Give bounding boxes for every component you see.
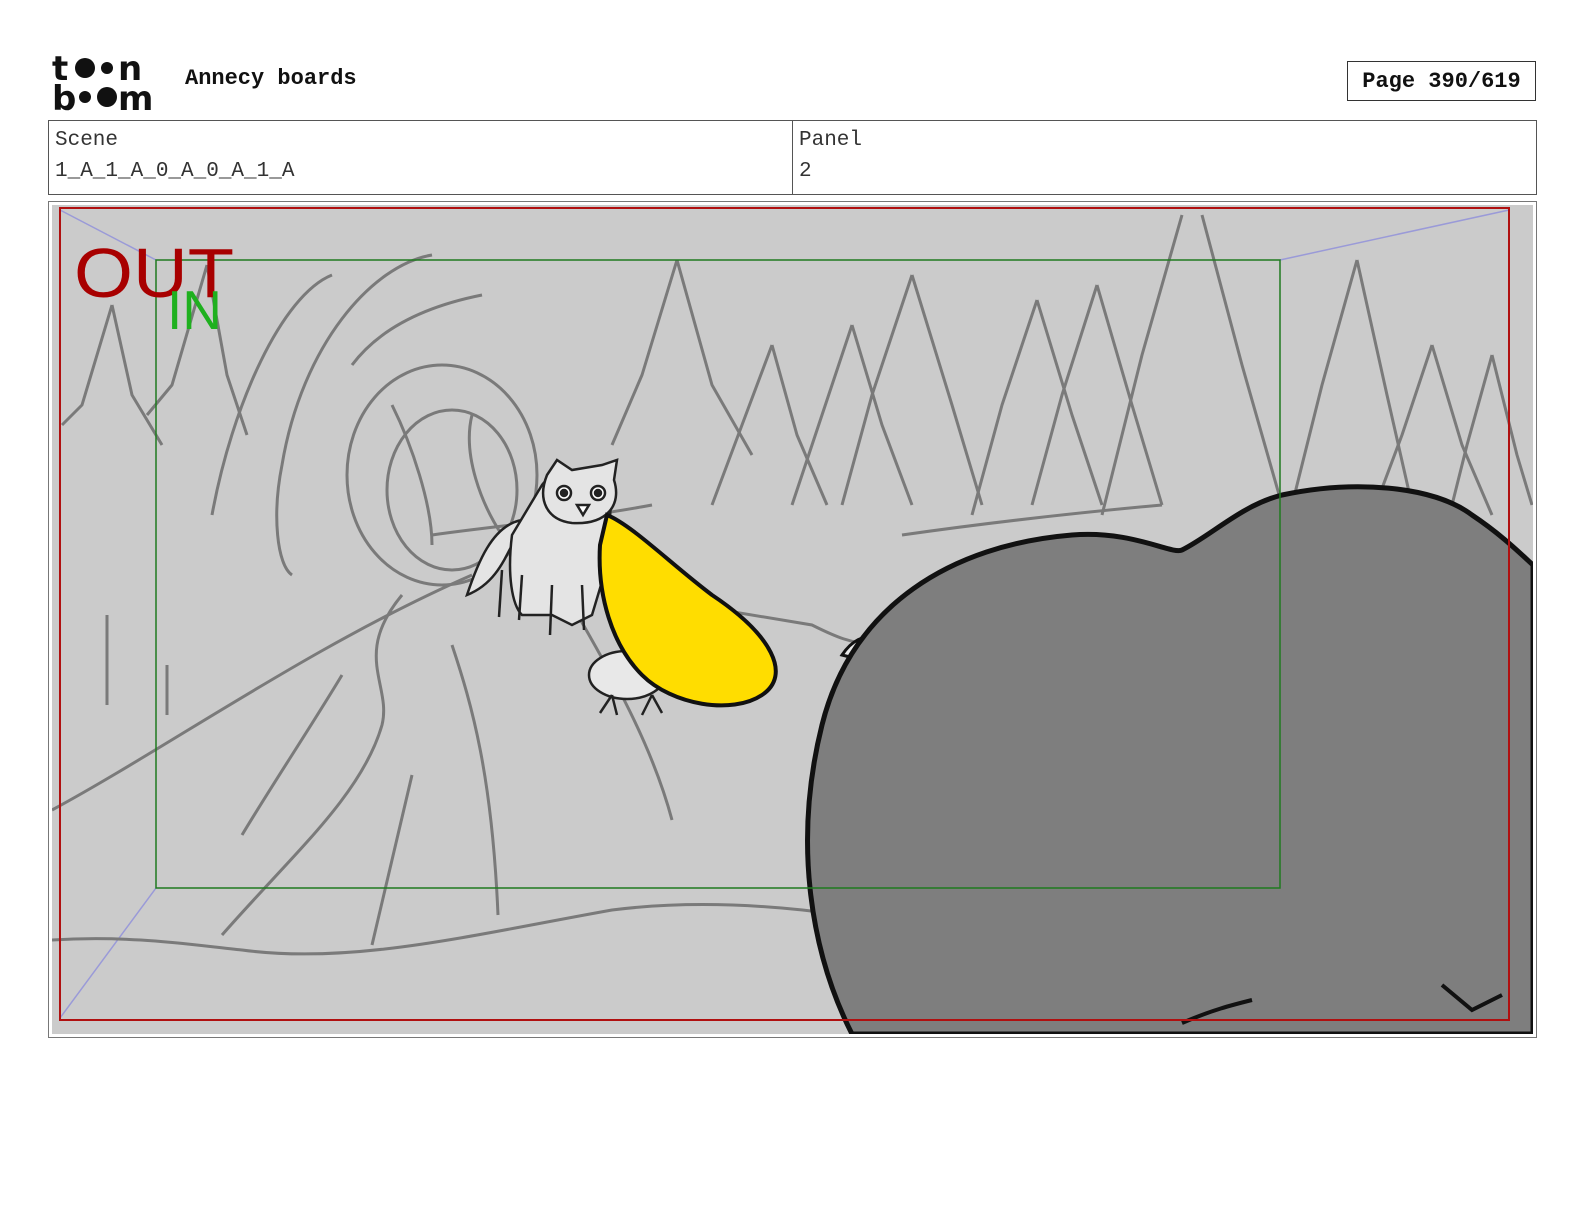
scene-label: Scene [55,129,119,152]
storyboard-panel-image: OUT IN [52,205,1533,1034]
panel-value: 2 [799,160,812,183]
toon-boom-logo: t n b m [52,50,153,114]
svg-text:m: m [118,79,153,114]
scene-cell: Scene 1_A_1_A_0_A_0_A_1_A [49,121,792,194]
scene-panel-info: Scene 1_A_1_A_0_A_0_A_1_A Panel 2 [48,120,1537,195]
page-indicator: Page 390/619 [1347,61,1536,101]
panel-label: Panel [799,129,863,152]
svg-text:b: b [52,79,76,114]
scene-value: 1_A_1_A_0_A_0_A_1_A [55,160,295,183]
project-title: Annecy boards [185,66,357,91]
in-label: IN [167,279,222,341]
panel-cell: Panel 2 [792,121,1536,194]
